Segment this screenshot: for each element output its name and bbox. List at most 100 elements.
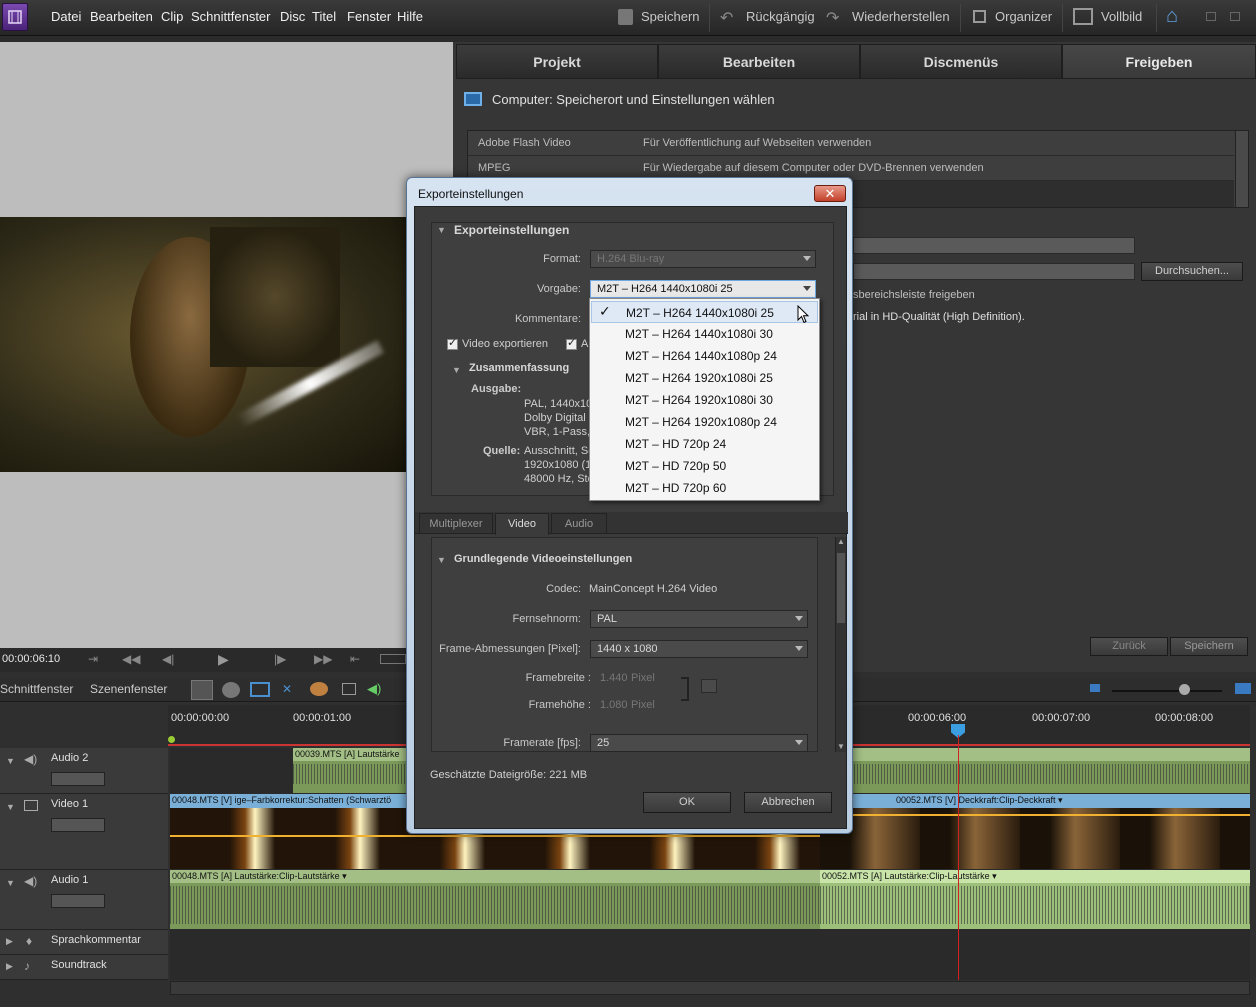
dropdown-option[interactable]: M2T – HD 720p 60 (591, 477, 818, 499)
menu-datei[interactable]: Datei (51, 9, 81, 24)
organizer-button[interactable]: Organizer (995, 9, 1052, 24)
organizer-icon[interactable] (973, 10, 986, 23)
menu-schnittfenster[interactable]: Schnittfenster (191, 9, 271, 24)
smart-trim-icon[interactable] (250, 682, 270, 697)
timeline-scrollbar[interactable] (170, 981, 1250, 995)
zoom-out-icon[interactable] (1090, 684, 1100, 692)
settings-scrollbar[interactable]: ▲ ▼ (835, 537, 846, 752)
speaker-icon[interactable]: ◀) (24, 752, 37, 766)
undo-button[interactable]: Rückgängig (746, 9, 815, 24)
track-expand-icon[interactable]: ▼ (6, 878, 15, 888)
markers-icon[interactable] (342, 683, 356, 695)
track-expand-icon[interactable]: ▼ (6, 756, 15, 766)
tab-video[interactable]: Video (495, 513, 549, 535)
menu-clip[interactable]: Clip (161, 9, 183, 24)
chain-link-icon[interactable] (701, 679, 717, 693)
menu-hilfe[interactable]: Hilfe (397, 9, 423, 24)
preset-select[interactable]: M2T – H264 1440x1080i 25 (590, 280, 816, 298)
audio-clip[interactable]: 00052.MTS [A] Lautstärke:Clip-Lautstärke… (820, 870, 1250, 929)
tab-discmenues[interactable]: Discmenüs (860, 44, 1062, 79)
menu-fenster[interactable]: Fenster (347, 9, 391, 24)
fullscreen-button[interactable]: Vollbild (1101, 9, 1142, 24)
mark-in-icon[interactable]: ⇥ (88, 652, 98, 666)
keyframe-nav[interactable] (51, 772, 105, 786)
back-button[interactable]: Zurück (1090, 637, 1168, 656)
tab-bearbeiten[interactable]: Bearbeiten (658, 44, 860, 79)
scrubber-icon[interactable] (380, 654, 406, 664)
collapse-icon[interactable]: ▼ (452, 365, 461, 375)
framerate-select[interactable]: 25 (590, 734, 808, 752)
dropdown-option[interactable]: M2T – HD 720p 24 (591, 433, 818, 455)
dropdown-option[interactable]: M2T – H264 1920x1080i 30 (591, 389, 818, 411)
collapse-icon[interactable]: ▼ (437, 555, 446, 565)
cancel-button[interactable]: Abbrechen (744, 792, 832, 813)
in-point-icon[interactable] (168, 736, 175, 743)
dropdown-option[interactable]: M2T – H264 1440x1080i 25 (591, 301, 818, 323)
close-icon[interactable]: ✕ (814, 185, 846, 202)
tab-szenenfenster[interactable]: Szenenfenster (90, 682, 167, 696)
tab-schnittfenster[interactable]: Schnittfenster (0, 682, 73, 696)
dropdown-option[interactable]: M2T – H264 1920x1080i 25 (591, 367, 818, 389)
minimize-icon[interactable] (1206, 12, 1216, 21)
restore-icon[interactable] (1230, 12, 1240, 21)
tvnorm-select[interactable]: PAL (590, 610, 808, 628)
scroll-down-icon[interactable]: ▼ (837, 742, 845, 751)
list-item[interactable]: Adobe Flash Video Für Veröffentlichung a… (468, 131, 1234, 156)
share-list-scrollbar[interactable] (1235, 131, 1248, 207)
location-field[interactable] (853, 263, 1135, 280)
rewind-icon[interactable]: ◀◀ (122, 652, 140, 666)
audio-clip[interactable]: 00048.MTS [A] Lautstärke:Clip-Lautstärke… (170, 870, 820, 929)
browse-button[interactable]: Durchsuchen... (1141, 262, 1243, 281)
tab-projekt[interactable]: Projekt (456, 44, 658, 79)
smart-mix-icon[interactable]: ✕ (282, 682, 292, 696)
redo-icon[interactable]: ↷ (826, 8, 839, 28)
ok-button[interactable]: OK (643, 792, 731, 813)
step-forward-icon[interactable]: |▶ (274, 652, 286, 666)
scroll-thumb[interactable] (837, 553, 845, 623)
dropdown-option[interactable]: M2T – HD 720p 50 (591, 455, 818, 477)
motion-track-icon[interactable] (310, 682, 328, 696)
zoom-slider-handle[interactable] (1179, 684, 1190, 695)
menu-titel[interactable]: Titel (312, 9, 336, 24)
microphone-icon[interactable]: ♦ (26, 934, 32, 948)
speaker-icon[interactable]: ◀) (24, 874, 37, 888)
scroll-up-icon[interactable]: ▲ (837, 537, 845, 546)
film-icon[interactable] (24, 800, 38, 811)
menu-disc[interactable]: Disc (280, 9, 305, 24)
dropdown-option[interactable]: M2T – H264 1440x1080p 24 (591, 345, 818, 367)
step-back-icon[interactable]: ◀| (162, 652, 174, 666)
track-expand-icon[interactable]: ▶ (6, 936, 13, 947)
undo-icon[interactable]: ↶ (720, 8, 733, 28)
fullscreen-icon[interactable] (1073, 8, 1093, 25)
zoom-slider[interactable] (1112, 690, 1222, 692)
zoom-in-icon[interactable] (1235, 683, 1251, 694)
dropdown-option[interactable]: M2T – H264 1920x1080p 24 (591, 411, 818, 433)
tab-audio[interactable]: Audio (551, 513, 607, 534)
tab-freigeben[interactable]: Freigeben (1062, 44, 1256, 79)
keyframe-nav[interactable] (51, 818, 105, 832)
dropdown-option[interactable]: M2T – H264 1440x1080i 30 (591, 323, 818, 345)
share-save-button[interactable]: Speichern (1170, 637, 1248, 656)
music-note-icon[interactable]: ♪ (24, 959, 30, 973)
save-button[interactable]: Speichern (641, 9, 700, 24)
fast-forward-icon[interactable]: ▶▶ (314, 652, 332, 666)
filename-field[interactable] (853, 237, 1135, 254)
collapse-icon[interactable]: ▼ (437, 225, 446, 235)
track-expand-icon[interactable]: ▶ (6, 961, 13, 972)
selection-tool-icon[interactable] (191, 680, 213, 700)
save-icon[interactable] (618, 9, 633, 25)
home-icon[interactable]: ⌂ (1166, 5, 1178, 28)
video-clip[interactable]: 00052.MTS [V] Deckkraft:Clip-Deckkraft ▾ (820, 794, 1250, 869)
time-stretch-icon[interactable] (222, 682, 240, 698)
keyframe-nav[interactable] (51, 894, 105, 908)
app-logo-icon[interactable] (2, 3, 28, 31)
audio-mixer-icon[interactable]: ◀) (367, 681, 381, 697)
track-expand-icon[interactable]: ▼ (6, 802, 15, 812)
play-icon[interactable]: ▶ (218, 651, 229, 668)
tab-multiplexer[interactable]: Multiplexer (419, 513, 493, 534)
format-select[interactable]: H.264 Blu-ray (590, 250, 816, 268)
redo-button[interactable]: Wiederherstellen (852, 9, 950, 24)
framesize-select[interactable]: 1440 x 1080 (590, 640, 808, 658)
menu-bearbeiten[interactable]: Bearbeiten (90, 9, 153, 24)
mark-out-icon[interactable]: ⇤ (350, 652, 360, 666)
